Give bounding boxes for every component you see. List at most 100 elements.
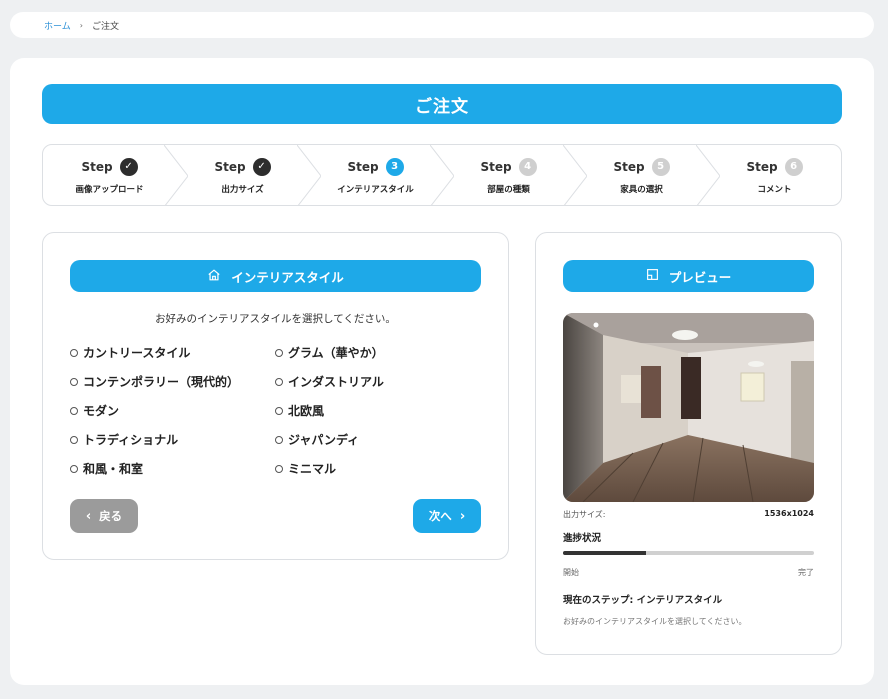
step-word: Step — [480, 159, 512, 174]
back-button-label: 戻る — [99, 509, 123, 523]
step-label: 出力サイズ — [221, 184, 264, 195]
step-divider-arrow — [164, 145, 188, 205]
next-button[interactable]: 次へ › — [413, 499, 481, 533]
step-label: 画像アップロード — [75, 184, 144, 195]
step-4: Step 4 部屋の種類 — [442, 145, 587, 205]
style-option-label: 和風・和室 — [83, 462, 144, 476]
radio-button[interactable] — [275, 406, 283, 415]
check-icon: ✓ — [252, 157, 271, 176]
step-progress: Step ✓ 画像アップロード Step ✓ 出力サイズ Step 3 インテリアスタイル Ste… — [42, 144, 842, 206]
style-option-label: インダストリアル — [288, 375, 384, 389]
step-header: Step 5 — [613, 157, 670, 176]
progress-title: 進捗状況 — [563, 533, 602, 544]
breadcrumb: ホーム › ご注文 — [10, 12, 874, 38]
order-card: ご注文 Step ✓ 画像アップロード Step ✓ 出力サイズ Step 3 インテリアスタイ… — [10, 58, 874, 685]
style-option-label: グラム（華やか） — [288, 346, 384, 360]
step-3: Step 3 インテリアスタイル — [309, 145, 454, 205]
step-header: Step ✓ — [214, 157, 271, 176]
step-divider-arrow — [297, 145, 321, 205]
style-option[interactable]: トラディショナル — [70, 431, 275, 448]
step-word: Step — [81, 159, 113, 174]
breadcrumb-home-link[interactable]: ホーム — [44, 19, 71, 32]
style-option-label: 北欧風 — [288, 404, 325, 418]
style-panel-title: インテリアスタイル — [231, 269, 344, 285]
style-option[interactable]: カントリースタイル — [70, 344, 275, 361]
style-option-label: ジャパンディ — [288, 433, 360, 447]
step-number-badge: 4 — [518, 157, 537, 176]
progress-end-label: 完了 — [798, 568, 814, 577]
radio-button[interactable] — [70, 435, 78, 444]
style-panel-header: インテリアスタイル — [70, 260, 481, 292]
room-preview-image — [563, 313, 814, 502]
step-label: 家具の選択 — [620, 184, 663, 195]
output-size-row: 出力サイズ: 1536x1024 — [563, 509, 814, 520]
step-header: Step 6 — [746, 157, 803, 176]
step-divider-arrow — [696, 145, 720, 205]
step-word: Step — [214, 159, 246, 174]
output-size-label: 出力サイズ: — [563, 510, 606, 519]
style-options: カントリースタイル グラム（華やか） コンテンポラリー（現代的） インダストリアルモダ… — [70, 344, 490, 477]
current-step-text: 現在のステップ: インテリアスタイル — [563, 595, 723, 606]
back-button[interactable]: ‹ 戻る — [70, 499, 138, 533]
step-2: Step ✓ 出力サイズ — [176, 145, 321, 205]
step-1: Step ✓ 画像アップロード — [43, 145, 188, 205]
step-header: Step ✓ — [81, 157, 138, 176]
progress-ends: 開始 完了 — [563, 567, 814, 578]
radio-button[interactable] — [70, 464, 78, 473]
preview-panel: プレビュー 出力サイズ: 1536x1024 進捗状況 開始 完了 現在のステッ… — [535, 232, 842, 655]
radio-button[interactable] — [70, 377, 78, 386]
output-size-value: 1536x1024 — [764, 509, 814, 518]
current-step-desc: お好みのインテリアスタイルを選択してください。 — [563, 617, 747, 626]
step-label: コメント — [757, 184, 792, 195]
radio-button[interactable] — [70, 348, 78, 357]
style-instruction: お好みのインテリアスタイルを選択してください。 — [155, 313, 396, 325]
style-option[interactable]: インダストリアル — [275, 373, 480, 390]
page-title: ご注文 — [42, 84, 842, 124]
breadcrumb-current: ご注文 — [91, 21, 119, 32]
next-button-label: 次へ — [428, 509, 452, 523]
preview-icon — [646, 268, 659, 284]
radio-button[interactable] — [70, 406, 78, 415]
step-label: 部屋の種類 — [487, 184, 530, 195]
step-header: Step 4 — [480, 157, 537, 176]
step-number-badge: 6 — [784, 157, 803, 176]
step-word: Step — [613, 159, 645, 174]
chevron-left-icon: ‹ — [85, 508, 92, 524]
style-option-label: トラディショナル — [83, 433, 179, 447]
preview-panel-header: プレビュー — [563, 260, 814, 292]
step-5: Step 5 家具の選択 — [575, 145, 720, 205]
check-icon: ✓ — [119, 157, 138, 176]
home-icon — [207, 268, 221, 285]
step-6: Step 6 コメント — [708, 145, 841, 205]
progress-fill — [563, 551, 646, 555]
step-word: Step — [746, 159, 778, 174]
breadcrumb-separator: › — [79, 20, 83, 30]
style-option[interactable]: コンテンポラリー（現代的） — [70, 373, 275, 390]
radio-button[interactable] — [275, 464, 283, 473]
style-option[interactable]: ジャパンディ — [275, 431, 480, 448]
step-divider-arrow — [563, 145, 587, 205]
preview-panel-title: プレビュー — [668, 269, 732, 285]
radio-button[interactable] — [275, 435, 283, 444]
step-header: Step 3 — [347, 157, 404, 176]
style-option-label: ミニマル — [288, 462, 337, 476]
chevron-right-icon: › — [459, 508, 466, 524]
style-option[interactable]: モダン — [70, 402, 275, 419]
radio-button[interactable] — [275, 348, 283, 357]
step-word: Step — [347, 159, 379, 174]
style-option-label: モダン — [83, 404, 120, 418]
step-label: インテリアスタイル — [337, 184, 414, 195]
step-number-badge: 5 — [651, 157, 670, 176]
radio-button[interactable] — [275, 377, 283, 386]
progress-start-label: 開始 — [563, 568, 579, 577]
style-option[interactable]: グラム（華やか） — [275, 344, 480, 361]
step-number-badge: 3 — [385, 157, 404, 176]
style-panel: インテリアスタイル お好みのインテリアスタイルを選択してください。 カントリース… — [42, 232, 509, 560]
progress-bar — [563, 551, 814, 555]
style-option[interactable]: ミニマル — [275, 460, 480, 477]
style-option-label: コンテンポラリー（現代的） — [83, 375, 240, 389]
style-option-label: カントリースタイル — [83, 346, 191, 360]
step-divider-arrow — [430, 145, 454, 205]
style-option[interactable]: 北欧風 — [275, 402, 480, 419]
style-option[interactable]: 和風・和室 — [70, 460, 275, 477]
